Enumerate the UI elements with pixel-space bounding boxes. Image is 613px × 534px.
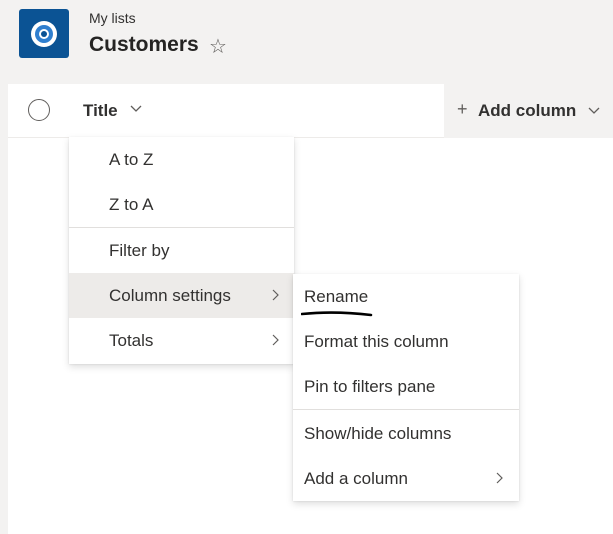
menu-item-label: Pin to filters pane (304, 377, 436, 396)
breadcrumb[interactable]: My lists (89, 10, 136, 26)
list-header-row: Title + Add column (8, 84, 613, 138)
menu-item-label: Rename (304, 287, 369, 306)
menu-divider (293, 409, 519, 410)
column-context-menu: A to Z Z to A Filter by Column settings … (69, 137, 294, 364)
star-favorite-icon[interactable]: ☆ (209, 35, 227, 59)
menu-item-pin-to-filters[interactable]: Pin to filters pane (293, 364, 519, 409)
chevron-right-icon (496, 472, 503, 484)
page-title: Customers (89, 33, 199, 56)
chevron-down-icon (588, 107, 600, 114)
column-header-title[interactable]: Title (83, 101, 118, 121)
menu-item-label: Z to A (109, 195, 154, 214)
menu-item-label: Show/hide columns (304, 424, 452, 443)
underline-annotation (301, 311, 373, 317)
add-column-label: Add column (478, 101, 577, 120)
menu-item-label: A to Z (109, 150, 154, 169)
lists-app-icon (19, 9, 69, 58)
plus-icon: + (457, 99, 468, 119)
chevron-right-icon (272, 334, 279, 346)
menu-item-format-column[interactable]: Format this column (293, 319, 519, 364)
menu-item-label: Format this column (304, 332, 449, 351)
select-all-checkbox[interactable] (28, 99, 50, 121)
menu-item-sort-a-to-z[interactable]: A to Z (69, 137, 294, 182)
menu-item-totals[interactable]: Totals (69, 318, 294, 363)
menu-item-sort-z-to-a[interactable]: Z to A (69, 182, 294, 227)
menu-item-label: Add a column (304, 469, 408, 488)
chevron-down-icon[interactable] (128, 100, 144, 116)
menu-item-add-a-column[interactable]: Add a column (293, 456, 519, 501)
chevron-right-icon (272, 289, 279, 301)
menu-item-filter-by[interactable]: Filter by (69, 228, 294, 273)
add-column-button[interactable]: + Add column (444, 84, 613, 138)
menu-item-show-hide-columns[interactable]: Show/hide columns (293, 411, 519, 456)
menu-item-column-settings[interactable]: Column settings (69, 273, 294, 318)
menu-item-label: Totals (109, 331, 154, 350)
menu-item-label: Column settings (109, 286, 231, 305)
menu-item-label: Filter by (109, 241, 170, 260)
